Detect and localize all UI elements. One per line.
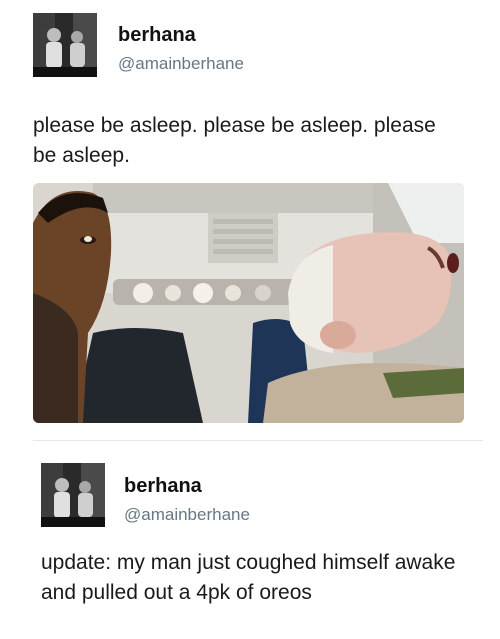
display-name[interactable]: berhana	[124, 475, 202, 498]
avatar[interactable]	[41, 463, 105, 527]
tweet-text: update: my man just coughed himself awak…	[41, 551, 456, 604]
tweet-2: berhana @amainberhane update: my man jus…	[0, 445, 500, 639]
tweet-text: please be asleep. please be asleep. plea…	[33, 114, 436, 167]
avatar[interactable]	[33, 13, 97, 77]
handle[interactable]: @amainberhane	[118, 54, 244, 74]
handle[interactable]: @amainberhane	[124, 505, 250, 525]
profile-photo-icon	[33, 13, 97, 77]
divider	[33, 440, 483, 441]
tweet-1: berhana @amainberhane please be asleep. …	[0, 0, 500, 432]
profile-photo-icon	[41, 463, 105, 527]
tweet-photo[interactable]	[33, 183, 464, 423]
airplane-selfie-photo-icon	[33, 183, 464, 423]
display-name[interactable]: berhana	[118, 24, 196, 47]
